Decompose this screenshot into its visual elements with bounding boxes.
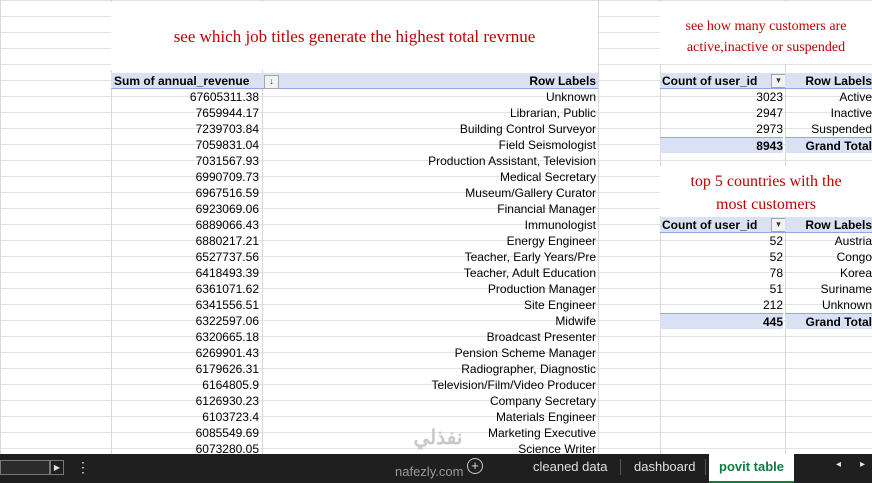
countries-title: top 5 countries with the most customers: [660, 166, 872, 216]
pivot-value-cell[interactable]: 7659944.17: [111, 105, 259, 121]
country-value-header[interactable]: Count of user_id ▾: [660, 217, 786, 233]
pivot-value-cell[interactable]: 6341556.51: [111, 297, 259, 313]
pivot-value-cell[interactable]: 6179626.31: [111, 361, 259, 377]
pivot-value-cell[interactable]: 6085549.69: [111, 425, 259, 441]
pivot-label-cell[interactable]: Television/Film/Video Producer: [262, 377, 596, 393]
pivot-label-cell[interactable]: Suspended: [786, 121, 872, 137]
countries-title-line1: top 5 countries with the: [690, 173, 842, 190]
tab-cleaned-data[interactable]: cleaned data: [523, 454, 617, 479]
pivot-label-cell[interactable]: Site Engineer: [262, 297, 596, 313]
pivot-value-cell[interactable]: 6880217.21: [111, 233, 259, 249]
pivot-label-cell[interactable]: Inactive: [786, 105, 872, 121]
country-label-header[interactable]: Row Labels: [785, 217, 872, 233]
pivot-label-cell[interactable]: Unknown: [786, 297, 872, 313]
pivot-label-cell[interactable]: Active: [786, 89, 872, 105]
pivot-label-cell[interactable]: Austria: [786, 233, 872, 249]
scroll-right-icon[interactable]: ▶: [50, 460, 64, 475]
filter-dropdown-icon[interactable]: ▾: [771, 218, 786, 232]
pivot-value-cell[interactable]: 7031567.93: [111, 153, 259, 169]
pivot-value-cell[interactable]: 6103723.4: [111, 409, 259, 425]
grand-total-label[interactable]: Grand Total: [785, 137, 872, 153]
sort-dropdown-icon[interactable]: ↓: [264, 74, 279, 89]
pivot-value-cell[interactable]: 6320665.18: [111, 329, 259, 345]
add-sheet-icon[interactable]: +: [467, 458, 483, 474]
revenue-value-header[interactable]: Sum of annual_revenue: [111, 73, 262, 89]
scroll-tabs-left-icon[interactable]: ◂: [836, 459, 841, 470]
pivot-value-cell[interactable]: 7059831.04: [111, 137, 259, 153]
status-title: see how many customers are active,inacti…: [660, 2, 872, 64]
pivot-label-cell[interactable]: Unknown: [262, 89, 596, 105]
pivot-label-cell[interactable]: Congo: [786, 249, 872, 265]
grand-total-label[interactable]: Grand Total: [785, 313, 872, 329]
pivot-label-cell[interactable]: Building Control Surveyor: [262, 121, 596, 137]
countries-title-line2: most customers: [716, 196, 816, 213]
pivot-value-cell[interactable]: 6923069.06: [111, 201, 259, 217]
pivot-label-cell[interactable]: Immunologist: [262, 217, 596, 233]
horizontal-scrollbar[interactable]: [0, 460, 50, 475]
revenue-label-header[interactable]: ↓ Row Labels: [262, 73, 598, 89]
status-value-header[interactable]: Count of user_id ▾: [660, 73, 786, 89]
pivot-value-cell[interactable]: 7239703.84: [111, 121, 259, 137]
pivot-value-cell[interactable]: 6073280.05: [111, 441, 259, 454]
pivot-value-cell[interactable]: 2973: [662, 121, 783, 137]
pivot-value-cell[interactable]: 52: [662, 249, 783, 265]
pivot-label-cell[interactable]: Medical Secretary: [262, 169, 596, 185]
pivot-value-cell[interactable]: 78: [662, 265, 783, 281]
pivot-label-cell[interactable]: Production Manager: [262, 281, 596, 297]
pivot-label-cell[interactable]: Energy Engineer: [262, 233, 596, 249]
pivot-value-cell[interactable]: 6322597.06: [111, 313, 259, 329]
watermark-logo: نفذلي: [413, 427, 463, 449]
grand-total-value[interactable]: 445: [660, 313, 783, 329]
grand-total-value[interactable]: 8943: [660, 137, 783, 153]
pivot-label-cell[interactable]: Pension Scheme Manager: [262, 345, 596, 361]
status-title-line1: see how many customers are: [685, 19, 847, 34]
pivot-value-cell[interactable]: 6361071.62: [111, 281, 259, 297]
status-label-header[interactable]: Row Labels: [785, 73, 872, 89]
pivot-value-cell[interactable]: 6527737.56: [111, 249, 259, 265]
pivot-value-cell[interactable]: 52: [662, 233, 783, 249]
pivot-value-cell[interactable]: 6889066.43: [111, 217, 259, 233]
pivot-value-cell[interactable]: 3023: [662, 89, 783, 105]
pivot-value-cell[interactable]: 6990709.73: [111, 169, 259, 185]
pivot-label-cell[interactable]: Midwife: [262, 313, 596, 329]
pivot-value-cell[interactable]: 6269901.43: [111, 345, 259, 361]
pivot-value-cell[interactable]: 212: [662, 297, 783, 313]
filter-dropdown-icon[interactable]: ▾: [771, 74, 786, 88]
pivot-label-cell[interactable]: Korea: [786, 265, 872, 281]
spreadsheet-grid[interactable]: see which job titles generate the highes…: [0, 0, 872, 454]
pivot-value-cell[interactable]: 6967516.59: [111, 185, 259, 201]
pivot-value-cell[interactable]: 6418493.39: [111, 265, 259, 281]
pivot-label-cell[interactable]: Teacher, Adult Education: [262, 265, 596, 281]
watermark-url: nafezly.com: [395, 464, 464, 479]
status-title-line2: active,inactive or suspended: [686, 40, 846, 55]
pivot-value-cell[interactable]: 2947: [662, 105, 783, 121]
pivot-label-cell[interactable]: Librarian, Public: [262, 105, 596, 121]
pivot-label-cell[interactable]: Financial Manager: [262, 201, 596, 217]
pivot-value-cell[interactable]: 51: [662, 281, 783, 297]
sheet-tab-bar: ▶ ⋮ nafezly.com + cleaned data dashboard…: [0, 454, 872, 483]
job-revenue-title: see which job titles generate the highes…: [111, 2, 598, 70]
more-options-icon[interactable]: ⋮: [76, 457, 90, 477]
pivot-value-cell[interactable]: 6126930.23: [111, 393, 259, 409]
pivot-label-cell[interactable]: Radiographer, Diagnostic: [262, 361, 596, 377]
pivot-label-cell[interactable]: Museum/Gallery Curator: [262, 185, 596, 201]
pivot-label-cell[interactable]: Suriname: [786, 281, 872, 297]
pivot-label-cell[interactable]: Teacher, Early Years/Pre: [262, 249, 596, 265]
pivot-value-cell[interactable]: 67605311.38: [111, 89, 259, 105]
tab-povit-table[interactable]: povit table: [709, 454, 795, 483]
tab-dashboard[interactable]: dashboard: [624, 454, 705, 479]
scroll-tabs-right-icon[interactable]: ▸: [860, 459, 865, 470]
pivot-label-cell[interactable]: Materials Engineer: [262, 409, 596, 425]
pivot-label-cell[interactable]: Company Secretary: [262, 393, 596, 409]
pivot-label-cell[interactable]: Broadcast Presenter: [262, 329, 596, 345]
pivot-label-cell[interactable]: Field Seismologist: [262, 137, 596, 153]
pivot-value-cell[interactable]: 6164805.9: [111, 377, 259, 393]
pivot-label-cell[interactable]: Production Assistant, Television: [262, 153, 596, 169]
